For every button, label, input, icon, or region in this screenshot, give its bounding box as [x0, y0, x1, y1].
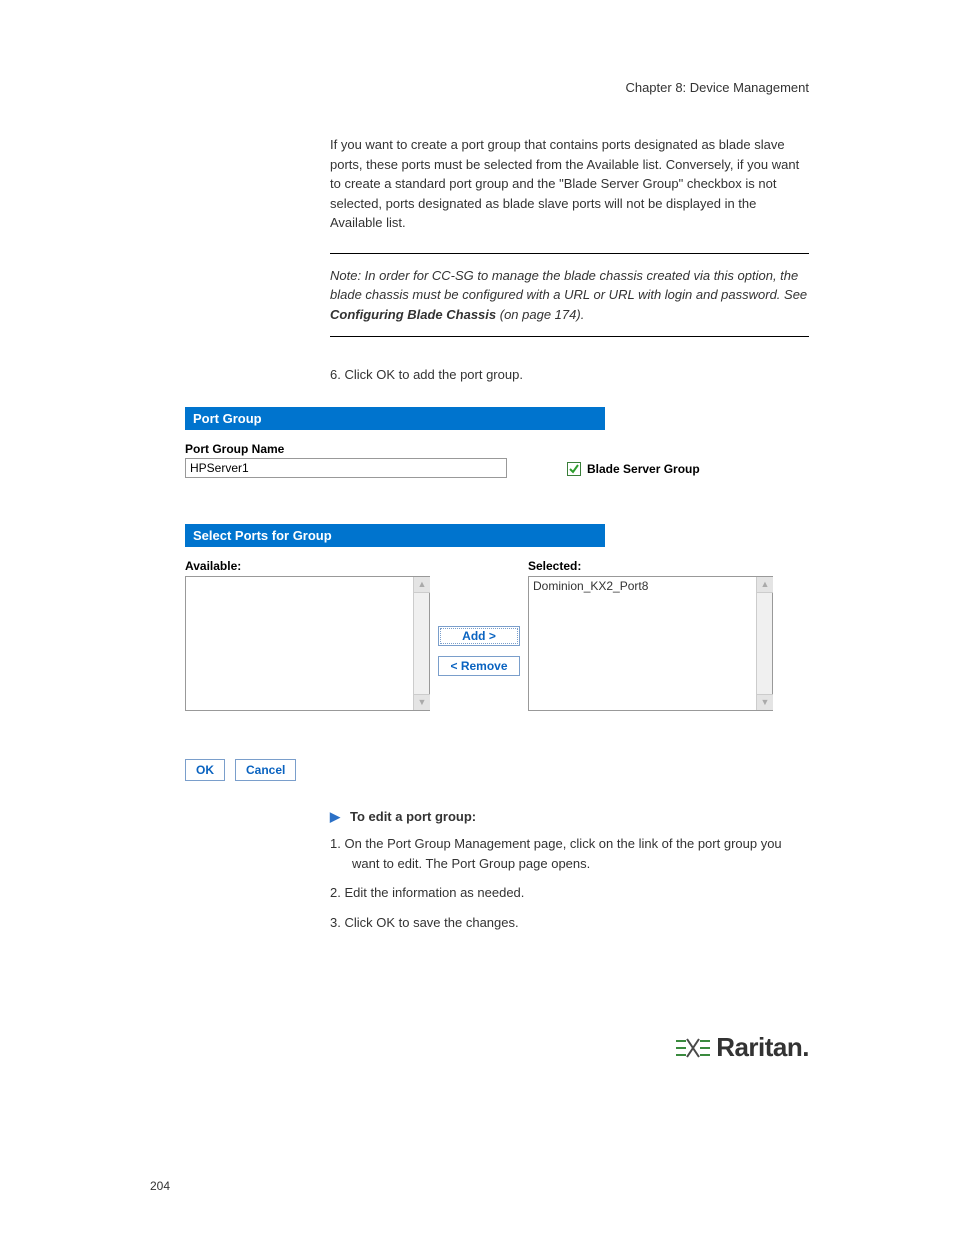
raritan-logo-text: Raritan.: [716, 1032, 809, 1063]
page-number: 204: [150, 1179, 170, 1193]
note-separator-bottom: [330, 336, 809, 337]
scroll-up-icon[interactable]: ▲: [757, 577, 773, 593]
list-item[interactable]: Dominion_KX2_Port8: [533, 579, 648, 593]
scroll-up-icon[interactable]: ▲: [414, 577, 430, 593]
note-page-ref: (on page 174).: [496, 307, 584, 322]
raritan-logo: Raritan.: [676, 1032, 809, 1063]
ok-button[interactable]: OK: [185, 759, 225, 781]
cancel-button[interactable]: Cancel: [235, 759, 296, 781]
scroll-down-icon[interactable]: ▼: [757, 694, 773, 710]
available-scrollbar[interactable]: ▲ ▼: [413, 577, 429, 710]
note-separator-top: [330, 253, 809, 254]
scroll-down-icon[interactable]: ▼: [414, 694, 430, 710]
selected-label: Selected:: [528, 559, 773, 573]
footer: Raritan.: [185, 1032, 809, 1063]
intro-paragraph: If you want to create a port group that …: [330, 135, 809, 233]
raritan-logo-icon: [676, 1035, 710, 1061]
edit-heading: ▶ To edit a port group:: [330, 809, 789, 825]
arrow-icon: ▶: [330, 809, 340, 825]
blade-server-group-checkbox[interactable]: [567, 462, 581, 476]
edit-step-1: 1. On the Port Group Management page, cl…: [330, 834, 809, 873]
port-group-name-label: Port Group Name: [185, 442, 507, 456]
chapter-heading: Chapter 8: Device Management: [185, 80, 809, 95]
available-label: Available:: [185, 559, 430, 573]
section-header-port-group: Port Group: [185, 407, 605, 430]
remove-button[interactable]: < Remove: [438, 656, 520, 676]
blade-server-group-label: Blade Server Group: [587, 462, 700, 476]
selected-listbox[interactable]: Dominion_KX2_Port8 ▲ ▼: [528, 576, 773, 711]
note-link: Configuring Blade Chassis: [330, 307, 496, 322]
available-listbox[interactable]: ▲ ▼: [185, 576, 430, 711]
edit-heading-text: To edit a port group:: [350, 809, 476, 825]
note-text: Note: In order for CC-SG to manage the b…: [330, 266, 809, 325]
edit-step-2: 2. Edit the information as needed.: [330, 883, 809, 903]
step-6: 6. Click OK to add the port group.: [330, 365, 809, 385]
selected-scrollbar[interactable]: ▲ ▼: [756, 577, 772, 710]
port-group-form: Port Group Port Group Name Blade Server …: [185, 407, 795, 781]
section-header-select-ports: Select Ports for Group: [185, 524, 605, 547]
port-group-name-input[interactable]: [185, 458, 507, 478]
add-button[interactable]: Add >: [438, 626, 520, 646]
note-body: Note: In order for CC-SG to manage the b…: [330, 268, 807, 303]
edit-step-3: 3. Click OK to save the changes.: [330, 913, 809, 933]
